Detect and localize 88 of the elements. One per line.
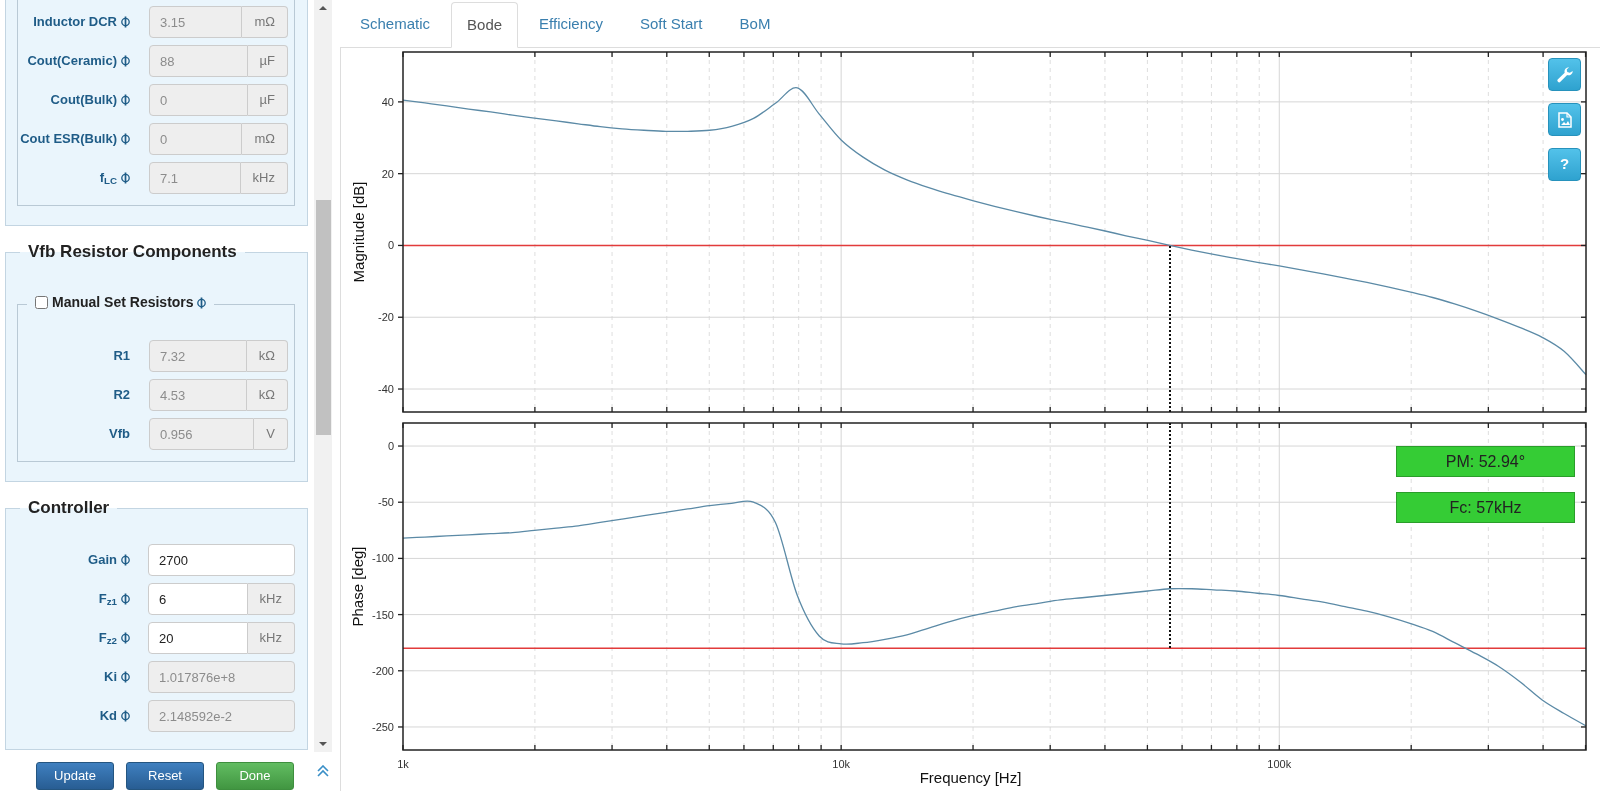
- input-field[interactable]: 6: [148, 583, 248, 615]
- section-title: Vfb Resistor Components: [27, 241, 238, 263]
- unit-label: kHz: [247, 583, 295, 615]
- field-label: Inductor DCR: [33, 14, 117, 30]
- help-button[interactable]: ?: [1548, 148, 1581, 181]
- unit-label: kΩ: [246, 379, 288, 411]
- settings-button[interactable]: [1548, 58, 1581, 91]
- axis-tick-label: 1k: [397, 758, 409, 770]
- scrollbar[interactable]: [314, 0, 332, 752]
- unit-label: mΩ: [242, 6, 288, 38]
- action-button[interactable]: Done: [216, 762, 294, 790]
- input-field[interactable]: 88: [149, 45, 248, 77]
- axis-title: Frequency [Hz]: [919, 769, 1022, 786]
- input-field[interactable]: 0: [149, 84, 248, 116]
- action-button[interactable]: Update: [36, 762, 114, 790]
- axis-tick-label: -20: [378, 311, 394, 324]
- axis-tick-label: -200: [371, 664, 394, 677]
- input-field[interactable]: 2.148592e-2: [148, 700, 295, 732]
- unit-label: µF: [247, 84, 288, 116]
- input-field[interactable]: 0: [149, 123, 243, 155]
- field-label: Cout ESR(Bulk): [20, 131, 117, 147]
- axis-tick-label: 0: [387, 239, 394, 252]
- readout-badge: PM: 52.94°: [1396, 446, 1575, 477]
- info-icon[interactable]: [121, 593, 130, 605]
- unit-label: kHz: [247, 622, 295, 654]
- axis-tick-label: -40: [378, 383, 394, 396]
- input-field[interactable]: 2700: [148, 544, 295, 576]
- input-field[interactable]: 4.53: [149, 379, 247, 411]
- axis-tick-label: -250: [371, 720, 394, 733]
- tab[interactable]: Schematic: [344, 2, 447, 47]
- field-label: F$_{z1}$: [98, 591, 117, 607]
- field-label: Cout(Bulk): [50, 92, 117, 108]
- scroll-up-icon[interactable]: [319, 6, 327, 10]
- info-icon[interactable]: [121, 133, 130, 145]
- checkbox-label[interactable]: Manual Set Resistors: [52, 292, 194, 313]
- unit-label: µF: [247, 45, 288, 77]
- axis-tick-label: 100k: [1267, 758, 1292, 770]
- axis-tick-label: -150: [371, 608, 394, 621]
- info-icon[interactable]: [121, 632, 130, 644]
- unit-label: V: [254, 418, 288, 450]
- info-icon[interactable]: [121, 55, 130, 67]
- action-button[interactable]: Reset: [126, 762, 204, 790]
- input-field[interactable]: 3.15: [149, 6, 243, 38]
- info-icon[interactable]: [121, 554, 130, 566]
- field-label: Gain: [88, 552, 117, 568]
- info-icon[interactable]: [121, 671, 130, 683]
- unit-label: kHz: [240, 162, 288, 194]
- double-chevron-up-icon[interactable]: [317, 765, 329, 777]
- input-field[interactable]: 1.017876e+8: [148, 661, 295, 693]
- field-label: Kd: [99, 708, 117, 724]
- tab[interactable]: Bode: [451, 2, 519, 48]
- input-field[interactable]: 20: [148, 622, 248, 654]
- axis-tick-label: 40: [381, 95, 394, 108]
- field-label: F$_{z2}$: [98, 630, 117, 646]
- field-label: Cout(Ceramic): [27, 53, 117, 69]
- field-label: Vfb: [109, 426, 130, 442]
- info-icon[interactable]: [121, 16, 130, 28]
- section-title: Controller: [27, 497, 111, 519]
- axis-tick-label: 20: [381, 167, 394, 180]
- axis-tick-label: -50: [378, 496, 394, 509]
- unit-label: mΩ: [242, 123, 288, 155]
- tab[interactable]: Soft Start: [624, 2, 719, 47]
- scroll-thumb[interactable]: [315, 200, 331, 435]
- info-icon[interactable]: [121, 94, 130, 106]
- field-label: R2: [113, 387, 130, 403]
- image-file-icon: [1557, 111, 1572, 128]
- field-label: Ki: [104, 669, 117, 685]
- scroll-down-icon[interactable]: [319, 742, 327, 746]
- checkbox[interactable]: [35, 296, 48, 309]
- tab[interactable]: BoM: [723, 2, 787, 47]
- input-field[interactable]: 0.956: [149, 418, 255, 450]
- input-field[interactable]: 7.32: [149, 340, 247, 372]
- axis-title: Phase [deg]: [348, 546, 366, 627]
- axis-tick-label: 0: [387, 440, 394, 453]
- axis-tick-label: 10k: [832, 758, 850, 770]
- export-image-button[interactable]: [1548, 103, 1581, 136]
- unit-label: kΩ: [246, 340, 288, 372]
- info-icon[interactable]: [121, 172, 130, 184]
- axis-title: Magnitude [dB]: [349, 181, 367, 283]
- input-field[interactable]: 7.1: [149, 162, 241, 194]
- wrench-icon: [1556, 66, 1573, 83]
- readout-badge: Fc: 57kHz: [1396, 492, 1575, 523]
- field-label: f$_{LC}$: [99, 170, 117, 186]
- info-icon[interactable]: [196, 296, 206, 309]
- tab[interactable]: Efficiency: [523, 2, 619, 47]
- axis-tick-label: -100: [371, 552, 394, 565]
- info-icon[interactable]: [121, 710, 130, 722]
- field-label: R1: [113, 348, 130, 364]
